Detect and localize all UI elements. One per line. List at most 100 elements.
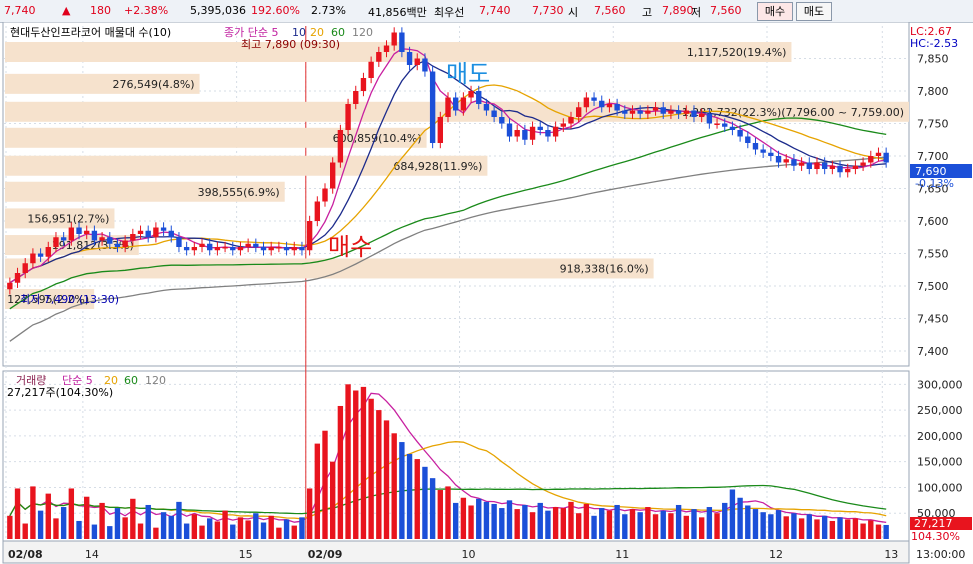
volume-bar [406,453,413,539]
volume-bar [729,489,736,539]
candle [253,243,259,247]
x-tick: 02/09 [308,548,343,561]
volume-bar [837,517,843,539]
annotation-sell: 매도 [446,60,490,88]
current-pct-tag: -0.13% [915,177,954,190]
buy-button[interactable]: 매수 [757,2,793,21]
candle [7,282,13,290]
candle [168,230,174,238]
volume-bar [491,503,497,539]
candle [122,240,128,247]
candle [91,230,98,241]
volume-bar [345,384,351,539]
volume-bar [552,507,559,539]
candle [191,247,198,251]
candle [468,91,474,98]
volume-bar [791,513,797,539]
candle [406,52,413,65]
price-y-tick: 7,600 [917,215,949,228]
volume-bar [645,507,651,539]
volume-bar [868,520,874,539]
volume-bar [137,523,144,539]
candle [22,263,28,273]
volume-bar [798,518,805,539]
volume-bar [545,510,551,539]
quote-volume: 5,395,036 [190,4,246,17]
candle [245,243,251,247]
candle [391,32,397,46]
quote-best-label: 최우선 [434,6,465,19]
volume-bar [191,514,198,539]
volume-bar [829,520,836,539]
volume-bar [637,512,643,539]
candle [299,247,305,251]
volume-bar [168,515,174,539]
candle [722,123,728,127]
candle [214,247,221,251]
volume-bar [514,509,520,539]
candle [775,156,782,163]
candle [130,234,136,241]
candle [260,247,267,251]
volume-bar [414,459,420,539]
candle [452,97,459,111]
candle [160,227,167,231]
x-tick: 14 [85,548,99,561]
volume-bar [452,502,459,539]
volume-profile-label: 276,549(4.8%) [113,78,195,91]
annotation-buy: 매수 [328,233,372,261]
volume-bar [68,488,75,539]
candle [798,162,805,166]
candle [183,247,190,251]
candle [68,227,75,241]
volume-bar [660,510,666,539]
candle [683,110,689,114]
volume-bar [760,512,766,539]
volume-profile-label: 398,555(6.9%) [198,186,280,199]
volume-bar [322,430,328,539]
volume-bar [706,507,713,539]
candle [445,97,451,117]
candle [645,110,651,114]
volume-bar [668,513,674,539]
volume-profile-label: 156,951(2.7%) [27,212,109,225]
volume-bar [14,488,21,539]
price-ma-120: 120 [352,26,373,39]
candle [552,126,559,137]
price-y-tick: 7,450 [917,313,949,326]
candle [868,156,874,163]
candle [860,162,866,166]
sell-button[interactable]: 매도 [796,2,832,21]
quote-amount: 41,856백만 [368,6,427,19]
candle [599,100,605,108]
candle [337,130,344,163]
candle [791,159,797,166]
volume-bar [483,501,490,539]
volume-bar [591,515,597,539]
quote-low: 7,560 [710,4,742,17]
candle [207,243,213,251]
volume-bar [568,501,574,539]
hc-label: HC:-2.53 [910,37,958,50]
volume-bar [614,504,620,539]
volume-bar [391,433,397,539]
quote-volume-ratio: 192.60% [251,4,300,17]
volume-y-tick: 100,000 [917,481,963,494]
volume-bar [745,505,751,539]
volume-bar [91,524,98,539]
stock-chart[interactable]: 1,117,520(19.4%)276,549(4.8%)1,282,732(2… [0,22,973,564]
candle [107,237,113,244]
quote-open-label: 시 [568,6,579,19]
candle [306,221,313,251]
volume-bar [107,526,113,539]
candle [353,91,359,104]
volume-bar [606,510,613,539]
candle [583,97,590,108]
volume-bar [130,498,136,539]
candle [491,110,497,117]
volume-tag-text: 27,217 [914,517,953,530]
volume-bar [752,509,759,539]
volume-bar [468,505,474,539]
volume-ma-120: 120 [145,374,166,387]
volume-bar [84,496,90,539]
